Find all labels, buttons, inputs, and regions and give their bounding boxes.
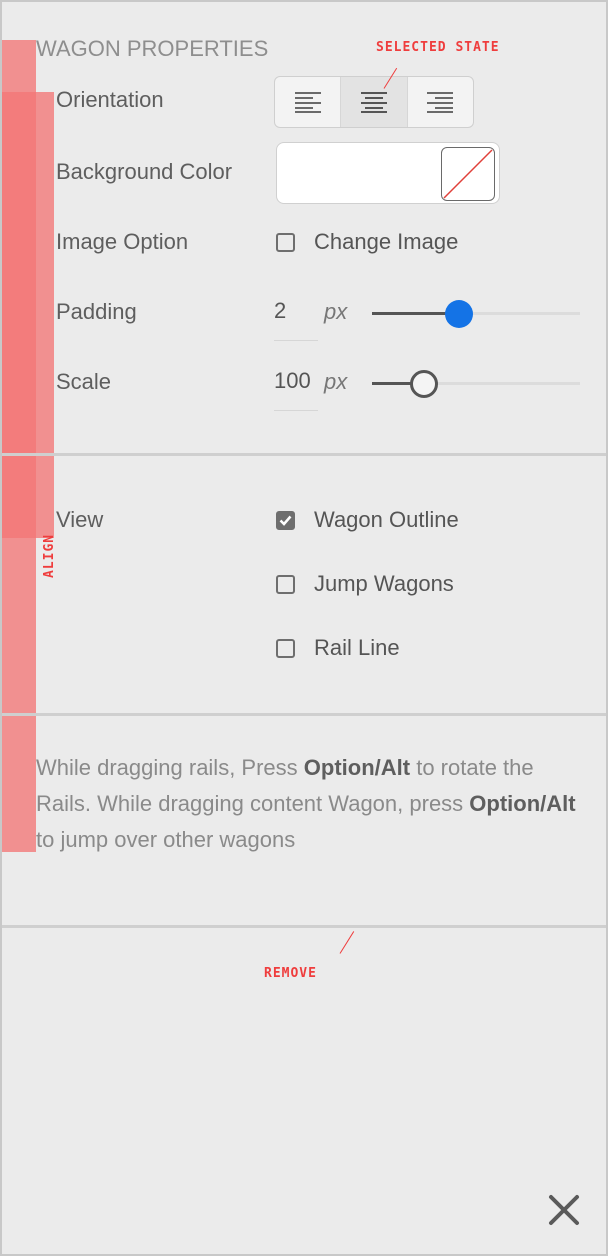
padding-label: Padding [56, 299, 137, 324]
scale-slider-thumb[interactable] [410, 370, 438, 398]
scale-unit: px [324, 369, 348, 394]
image-option-label: Image Option [56, 229, 189, 254]
padding-input[interactable]: 2 [274, 298, 318, 341]
orientation-label: Orientation [56, 87, 164, 112]
jump-wagons-label[interactable]: Jump Wagons [314, 571, 454, 597]
align-left-icon [294, 92, 321, 113]
wagon-outline-checkbox[interactable] [276, 511, 295, 530]
padding-unit: px [324, 299, 348, 324]
align-guide-inner [36, 92, 54, 538]
align-center-icon [360, 92, 387, 113]
padding-slider-track[interactable] [372, 312, 580, 315]
align-right-icon [427, 92, 454, 113]
close-icon [549, 1195, 579, 1225]
close-button[interactable] [546, 1192, 582, 1228]
help-shortcut-key: Option/Alt [469, 791, 576, 816]
no-color-swatch-icon[interactable] [441, 147, 495, 201]
help-text-part: While dragging rails, Press [36, 755, 304, 780]
change-image-label[interactable]: Change Image [314, 229, 458, 255]
panel-title: WAGON PROPERTIES [36, 36, 269, 61]
checkmark-icon [279, 515, 292, 526]
scale-label: Scale [56, 369, 112, 394]
change-image-checkbox[interactable] [276, 233, 295, 252]
align-guide-overlap [2, 92, 36, 538]
orientation-segmented-control [274, 76, 474, 128]
jump-wagons-checkbox[interactable] [276, 575, 295, 594]
wagon-outline-label[interactable]: Wagon Outline [314, 507, 459, 533]
align-right-button[interactable] [408, 77, 473, 127]
selected-state-annotation: SELECTED STATE [376, 40, 500, 55]
align-annotation: ALIGN [42, 533, 57, 578]
scale-input[interactable]: 100 [274, 368, 318, 411]
help-text: While dragging rails, Press Option/Alt t… [36, 750, 576, 858]
background-color-label: Background Color [56, 159, 233, 184]
align-left-button[interactable] [275, 77, 342, 127]
section-divider [2, 453, 606, 456]
section-divider [2, 925, 606, 928]
background-color-field[interactable] [276, 142, 500, 204]
scale-slider-track[interactable] [372, 382, 580, 385]
help-shortcut-key: Option/Alt [303, 755, 411, 780]
rail-line-checkbox[interactable] [276, 639, 295, 658]
help-text-part: to jump over other wagons [36, 827, 296, 852]
rail-line-label[interactable]: Rail Line [314, 635, 400, 661]
section-divider [2, 713, 606, 716]
remove-annotation: REMOVE [264, 966, 317, 981]
align-center-button[interactable] [341, 77, 408, 127]
view-label: View [56, 507, 104, 532]
